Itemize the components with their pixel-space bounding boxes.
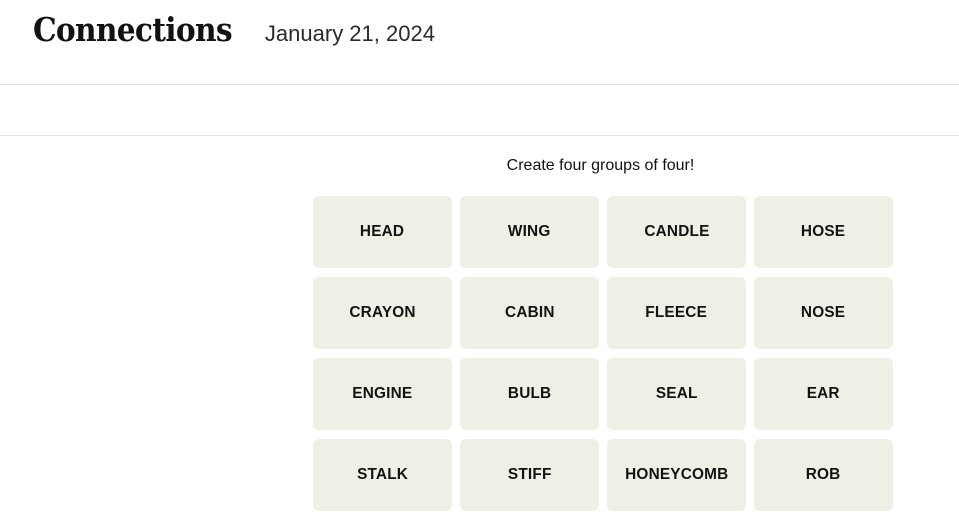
masthead: Connections January 21, 2024: [0, 0, 959, 85]
tile-9[interactable]: BULB: [460, 358, 599, 430]
tile-grid: HEAD WING CANDLE HOSE CRAYON CABIN FLEEC…: [313, 196, 893, 511]
tile-label: CANDLE: [643, 223, 710, 240]
tile-2[interactable]: CANDLE: [607, 196, 746, 268]
tile-label: NOSE: [801, 304, 846, 321]
tile-label: CABIN: [504, 304, 555, 321]
tile-0[interactable]: HEAD: [313, 196, 452, 268]
tile-3[interactable]: HOSE: [754, 196, 893, 268]
masthead-inner: Connections January 21, 2024: [0, 0, 959, 46]
tile-label: HEAD: [360, 223, 405, 240]
tile-label: BULB: [507, 385, 552, 402]
game-board: Create four groups of four! HEAD WING CA…: [313, 136, 893, 511]
tile-label: STIFF: [507, 466, 552, 483]
tile-label: STALK: [356, 466, 408, 483]
tile-label: HONEYCOMB: [624, 466, 729, 483]
game-board-area: Create four groups of four! HEAD WING CA…: [0, 136, 959, 530]
tile-12[interactable]: STALK: [313, 439, 452, 511]
tile-10[interactable]: SEAL: [607, 358, 746, 430]
tile-label: ROB: [806, 466, 841, 483]
tile-7[interactable]: NOSE: [754, 277, 893, 349]
tile-label: EAR: [806, 385, 840, 402]
tile-1[interactable]: WING: [460, 196, 599, 268]
tile-6[interactable]: FLEECE: [607, 277, 746, 349]
tile-label: WING: [508, 223, 551, 240]
tile-13[interactable]: STIFF: [460, 439, 599, 511]
tile-8[interactable]: ENGINE: [313, 358, 452, 430]
page-title: Connections: [33, 10, 233, 49]
tile-label: SEAL: [655, 385, 698, 402]
tile-11[interactable]: EAR: [754, 358, 893, 430]
puzzle-date: January 21, 2024: [264, 21, 435, 46]
toolbar-band: [0, 85, 959, 135]
tile-15[interactable]: ROB: [754, 439, 893, 511]
tile-label: HOSE: [801, 223, 846, 240]
instructions-text: Create four groups of four!: [506, 157, 695, 174]
tile-4[interactable]: CRAYON: [313, 277, 452, 349]
tile-label: CRAYON: [349, 304, 416, 321]
tile-label: FLEECE: [645, 304, 708, 321]
tile-14[interactable]: HONEYCOMB: [607, 439, 746, 511]
tile-5[interactable]: CABIN: [460, 277, 599, 349]
tile-label: ENGINE: [352, 385, 413, 402]
